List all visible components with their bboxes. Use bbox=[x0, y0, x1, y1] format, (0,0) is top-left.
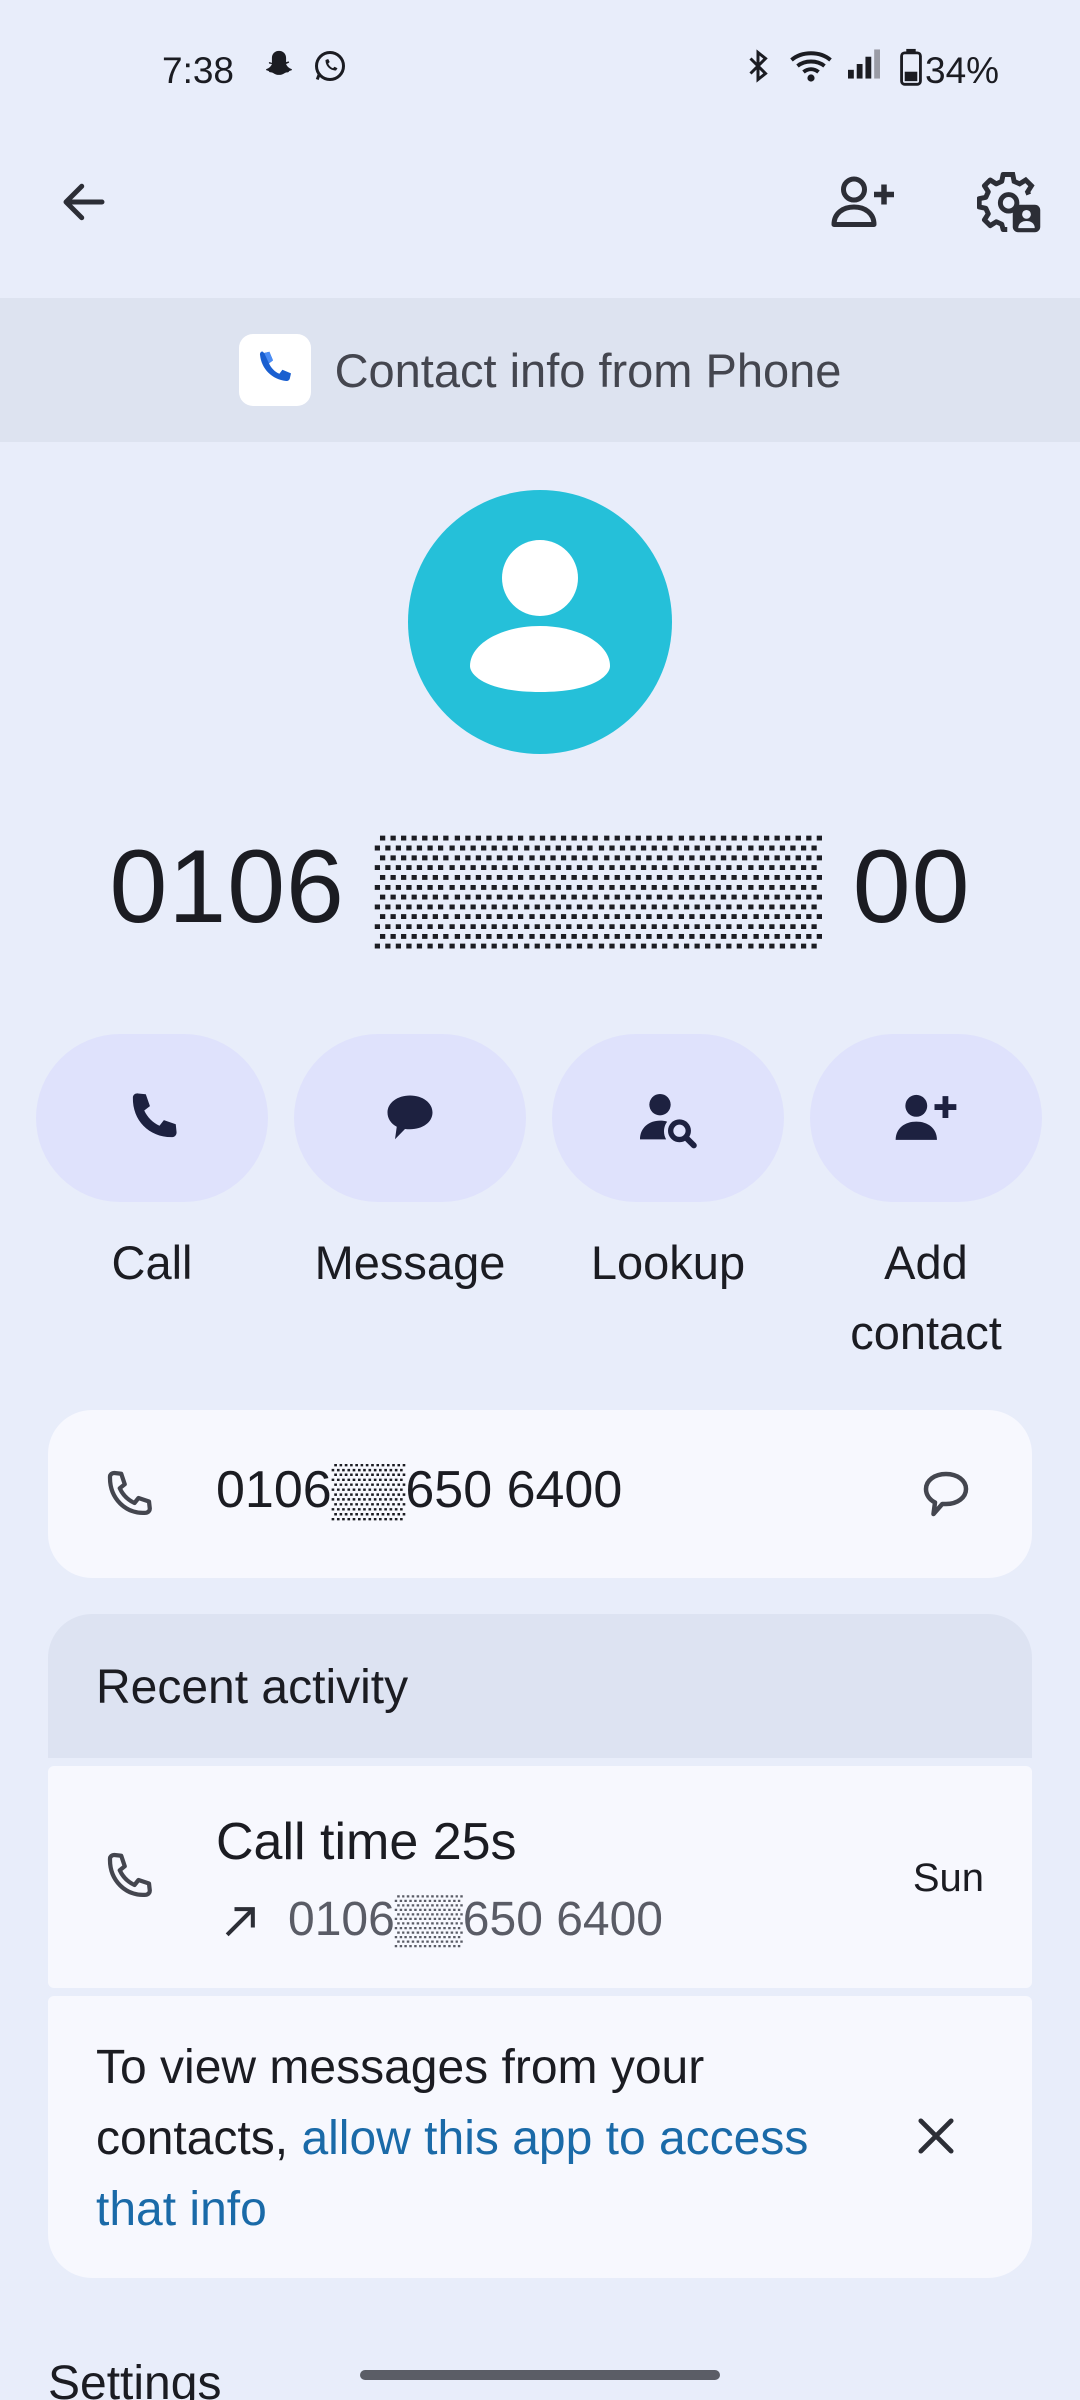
phone-outline-icon bbox=[107, 1470, 152, 1515]
message-permission-card: To view messages from your contacts, all… bbox=[48, 1996, 1032, 2278]
call-button[interactable] bbox=[36, 1034, 268, 1202]
call-action[interactable]: Call bbox=[36, 1034, 268, 1298]
call-number: 0106▒▒650 6400 bbox=[288, 1893, 663, 1946]
phone-number-card[interactable]: 0106▒▒650 6400 bbox=[48, 1410, 1032, 1578]
message-icon bbox=[387, 1095, 433, 1140]
close-icon bbox=[918, 2118, 954, 2154]
chat-bubble-icon bbox=[923, 1471, 969, 1517]
call-day: Sun bbox=[912, 1856, 984, 1900]
wifi-icon bbox=[788, 48, 834, 84]
lookup-label: Lookup bbox=[590, 1236, 746, 1289]
status-bar: 7:38 34% bbox=[0, 0, 1080, 146]
person-add-icon bbox=[895, 1094, 957, 1140]
add-contact-label: Add contact bbox=[850, 1236, 1002, 1359]
dismiss-button[interactable] bbox=[888, 2088, 984, 2184]
add-contact-action-button[interactable] bbox=[810, 1034, 1042, 1202]
recent-activity-header: Recent activity bbox=[48, 1614, 1032, 1758]
bluetooth-icon bbox=[740, 48, 776, 84]
whatsapp-icon bbox=[312, 48, 348, 84]
back-button[interactable] bbox=[36, 154, 132, 250]
add-contact-button[interactable] bbox=[816, 154, 912, 250]
contact-settings-button[interactable] bbox=[962, 154, 1058, 250]
lookup-button[interactable] bbox=[552, 1034, 784, 1202]
call-label: Call bbox=[111, 1236, 193, 1289]
message-label: Message bbox=[314, 1236, 506, 1289]
add-contact-icon bbox=[831, 176, 894, 227]
avatar bbox=[408, 490, 672, 754]
phone-icon bbox=[132, 1093, 177, 1138]
phone-number-text: 0106▒▒650 6400 bbox=[216, 1461, 623, 1519]
lookup-action[interactable]: Lookup bbox=[552, 1034, 784, 1298]
battery-icon bbox=[900, 48, 922, 86]
add-contact-action[interactable]: Add contact bbox=[810, 1034, 1042, 1368]
snapchat-icon bbox=[262, 48, 296, 82]
banner-text: Contact info from Phone bbox=[334, 343, 842, 397]
message-action[interactable]: Message bbox=[294, 1034, 526, 1298]
signal-icon bbox=[846, 48, 882, 80]
person-search-icon bbox=[640, 1094, 697, 1149]
contact-settings-icon bbox=[977, 172, 1041, 233]
recent-activity-title: Recent activity bbox=[96, 1661, 409, 1714]
back-arrow-icon bbox=[63, 183, 105, 221]
permission-text: To view messages from your contacts, all… bbox=[96, 2032, 886, 2245]
status-time: 7:38 bbox=[162, 50, 235, 91]
contact-number-title: 0106 ▒▒▒▒▒▒ 00 bbox=[109, 829, 971, 945]
outgoing-call-arrow-icon bbox=[225, 1907, 255, 1937]
call-duration: Call time 25s bbox=[216, 1813, 517, 1871]
contact-source-banner: Contact info from Phone bbox=[0, 298, 1080, 442]
settings-section-label: Settings bbox=[48, 2357, 222, 2400]
phone-app-icon bbox=[238, 334, 311, 406]
recent-call-row[interactable]: Call time 25s 0106▒▒650 6400 Sun bbox=[48, 1766, 1032, 1988]
person-placeholder-icon bbox=[470, 540, 610, 692]
phone-outline-icon bbox=[107, 1852, 152, 1897]
battery-percent: 34% bbox=[925, 50, 1000, 91]
send-message-button[interactable] bbox=[898, 1446, 994, 1542]
home-indicator[interactable] bbox=[360, 2370, 720, 2380]
message-button[interactable] bbox=[294, 1034, 526, 1202]
